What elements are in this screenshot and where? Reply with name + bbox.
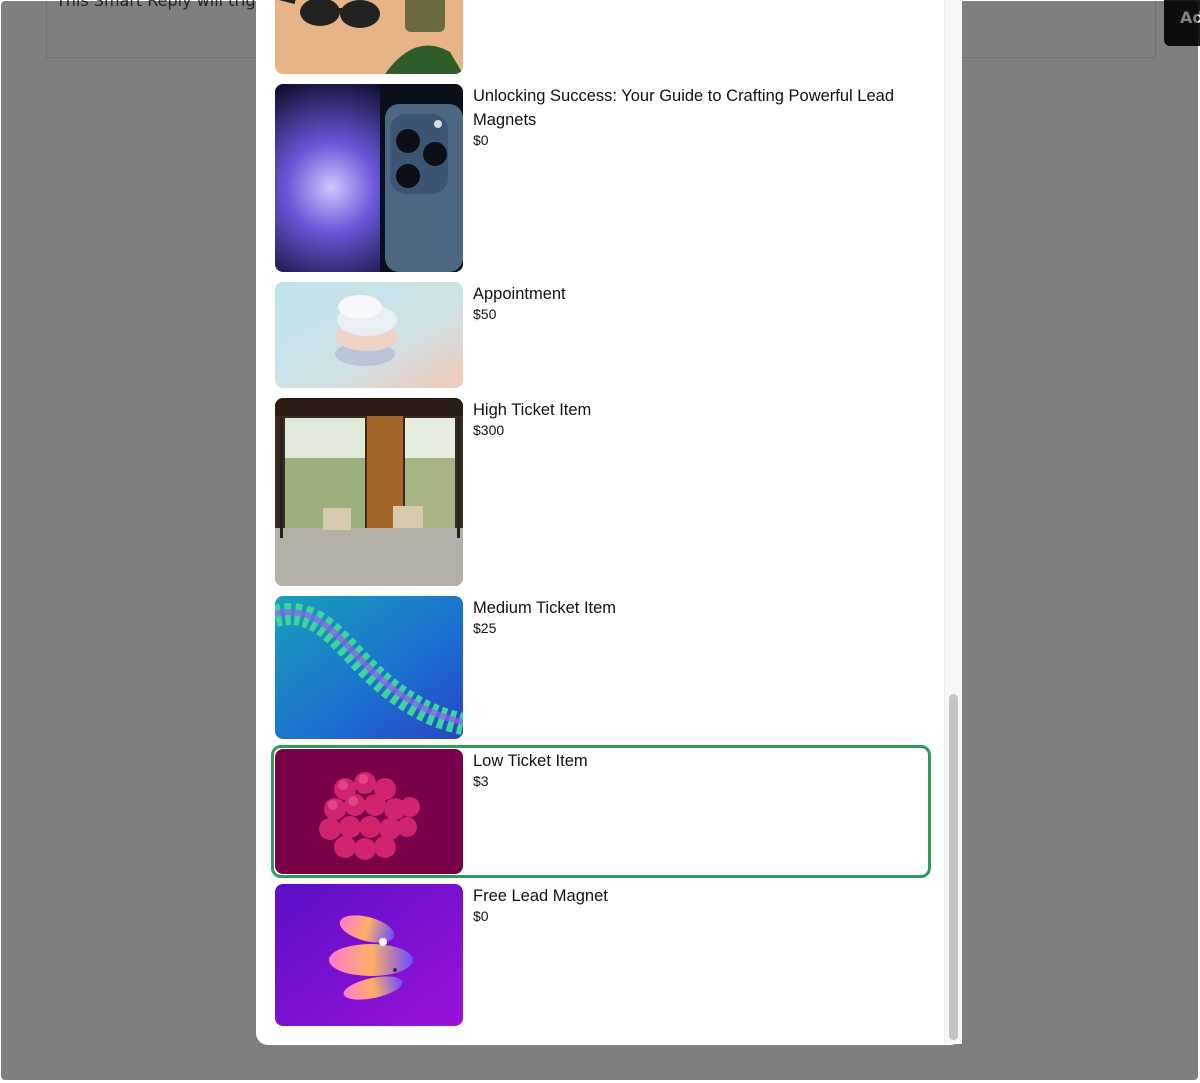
product-price: $25 (473, 620, 497, 636)
product-price: $0 (473, 908, 489, 924)
product-thumbnail (275, 282, 463, 388)
product-title: Medium Ticket Item (473, 599, 617, 617)
product-title: Free Lead Magnet (473, 887, 608, 905)
product-title: High Ticket Item (473, 401, 592, 419)
product-title: Unlocking Success: Your Guide to Craftin… (473, 87, 894, 129)
product-price: $50 (473, 306, 497, 322)
product-price: $0 (473, 132, 489, 148)
scrollbar-thumb[interactable] (949, 694, 958, 1040)
product-title: Appointment (473, 285, 566, 303)
selection-highlight (271, 745, 931, 878)
product-price: $300 (473, 422, 505, 438)
product-thumbnail (275, 596, 463, 739)
product-thumbnail (275, 398, 463, 586)
product-thumbnail (275, 884, 463, 1026)
product-thumbnail (275, 84, 463, 272)
product-thumbnail (275, 0, 463, 74)
